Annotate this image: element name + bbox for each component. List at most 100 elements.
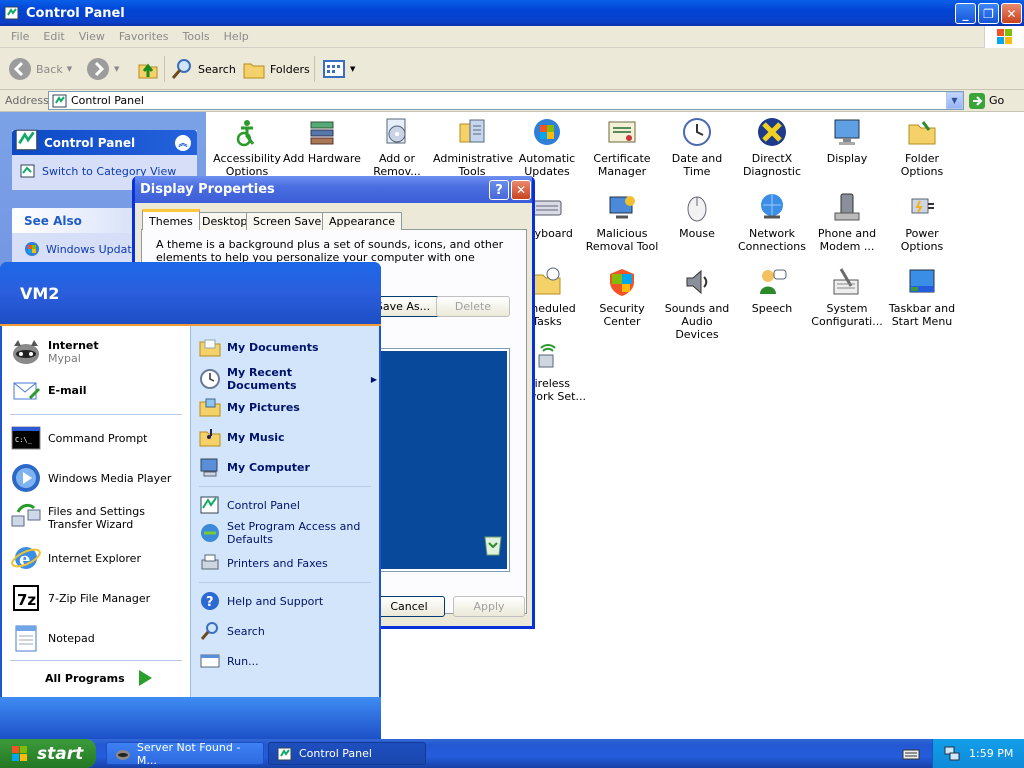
tab-screen-saver[interactable]: Screen Saver	[246, 212, 333, 230]
cp-item-label: Administrative Tools	[433, 152, 514, 178]
cp-item-label: Power Options	[900, 227, 944, 253]
minimize-button[interactable]: _	[955, 3, 976, 24]
cp-item[interactable]: Sounds and Audio Devices	[658, 266, 736, 341]
cp-item[interactable]: System Configurati...	[808, 266, 886, 328]
recent-notepad[interactable]: Notepad	[10, 622, 95, 654]
taskbar-item-browser[interactable]: Server Not Found - M...	[106, 741, 264, 767]
cp-item[interactable]: Accessibility Options	[208, 116, 286, 178]
svg-text:C:\_: C:\_	[15, 436, 33, 444]
menu-file[interactable]: File	[4, 30, 36, 43]
search-button[interactable]: Search	[170, 56, 236, 82]
recent-files-settings-wizard[interactable]: Files and Settings Transfer Wizard	[10, 502, 185, 534]
network-tray-icon[interactable]	[943, 745, 961, 763]
address-dropdown-button[interactable]: ▼	[946, 92, 963, 109]
keyboard-tray-icon[interactable]	[902, 745, 920, 763]
menu-favorites[interactable]: Favorites	[112, 30, 176, 43]
cp-item[interactable]: Power Options	[883, 191, 961, 253]
cp-item[interactable]: Network Connections	[733, 191, 811, 253]
folders-button[interactable]: Folders	[242, 56, 310, 82]
notepad-icon	[15, 625, 37, 652]
pinned-internet[interactable]: Internet Mypal	[10, 336, 99, 368]
keyboard-icon	[532, 200, 562, 216]
back-arrow-icon	[9, 58, 31, 80]
all-programs-button[interactable]: All Programs	[45, 668, 155, 688]
cp-item-label: Folder Options	[900, 152, 944, 178]
cp-item[interactable]: Automatic Updates	[508, 116, 586, 178]
cp-item[interactable]: Certificate Manager	[583, 116, 661, 178]
wireless-icon	[538, 344, 556, 368]
control-panel-large-icon	[15, 129, 38, 150]
back-button[interactable]: Back ▼	[8, 56, 72, 82]
cancel-button[interactable]: Cancel	[373, 596, 445, 617]
cp-item-label: Accessibility Options	[213, 152, 281, 178]
run-icon	[200, 654, 220, 668]
set-program-access-item[interactable]: Set Program Access and Defaults	[199, 520, 377, 546]
views-button[interactable]: ▼	[322, 56, 355, 82]
menu-help[interactable]: Help	[217, 30, 256, 43]
cp-item[interactable]: Taskbar and Start Menu	[883, 266, 961, 328]
cp-item[interactable]: Date and Time	[658, 116, 736, 178]
cp-item[interactable]: Add Hardware	[283, 116, 361, 165]
cp-item[interactable]: Administrative Tools	[433, 116, 514, 178]
tab-themes[interactable]: Themes	[142, 209, 200, 230]
folder-options-icon	[908, 121, 936, 145]
cp-item[interactable]: Display	[808, 116, 886, 165]
menu-edit[interactable]: Edit	[36, 30, 71, 43]
menu-view[interactable]: View	[72, 30, 112, 43]
cp-item[interactable]: Mouse	[658, 191, 736, 240]
my-documents-item[interactable]: My Documents	[199, 336, 319, 358]
taskbar-item-control-panel[interactable]: Control Panel	[268, 742, 426, 765]
run-item[interactable]: Run...	[199, 650, 259, 672]
menu-separator	[199, 486, 371, 487]
dialog-close-button[interactable]: ✕	[511, 180, 531, 200]
dialog-title-bar[interactable]: Display Properties ? ✕	[135, 176, 532, 203]
forward-button[interactable]: ▼	[86, 56, 119, 82]
cp-item-label: Malicious Removal Tool	[585, 227, 659, 253]
menu-tools[interactable]: Tools	[176, 30, 217, 43]
my-music-item[interactable]: My Music	[199, 426, 285, 448]
accessibility-icon	[236, 120, 255, 147]
cp-item[interactable]: Security Center	[583, 266, 661, 328]
recent-windows-media-player[interactable]: Windows Media Player	[10, 462, 171, 494]
start-button[interactable]: start	[0, 739, 96, 768]
close-button[interactable]: ✕	[1001, 3, 1022, 24]
control-panel-section-header[interactable]: Control Panel ︽	[12, 129, 197, 155]
cp-item[interactable]: Phone and Modem ...	[808, 191, 886, 253]
mouse-icon	[687, 196, 707, 222]
clock[interactable]: 1:59 PM	[969, 747, 1013, 760]
window-title-bar[interactable]: Control Panel	[0, 0, 1024, 26]
cp-item[interactable]: Speech	[733, 266, 811, 315]
printers-faxes-item[interactable]: Printers and Faxes	[199, 552, 328, 574]
pinned-email[interactable]: E-mail	[10, 374, 87, 406]
my-computer-item[interactable]: My Computer	[199, 456, 310, 478]
cp-item[interactable]: Malicious Removal Tool	[583, 191, 661, 253]
tab-appearance[interactable]: Appearance	[322, 212, 403, 230]
windows-logo-icon	[984, 26, 1024, 48]
automatic-updates-icon	[534, 119, 560, 145]
address-input[interactable]: Control Panel	[48, 91, 964, 110]
collapse-chevron-icon[interactable]: ︽	[175, 134, 191, 151]
help-support-item[interactable]: ? Help and Support	[199, 590, 323, 612]
search-item[interactable]: Search	[199, 620, 265, 642]
apply-button[interactable]: Apply	[453, 596, 525, 617]
cp-item[interactable]: Add or Remov...	[358, 116, 436, 178]
recent-command-prompt[interactable]: C:\_ Command Prompt	[10, 422, 148, 454]
recent-7zip[interactable]: 7z 7-Zip File Manager	[10, 582, 150, 614]
cp-item-label: Security Center	[599, 302, 645, 328]
go-button[interactable]: Go	[968, 91, 1018, 110]
my-documents-icon	[199, 339, 221, 357]
recent-internet-explorer[interactable]: e Internet Explorer	[10, 542, 141, 574]
cp-item[interactable]: DirectX Diagnostic	[733, 116, 811, 178]
window-title: Control Panel	[26, 5, 125, 21]
up-folder-button[interactable]	[136, 56, 160, 82]
cp-item-label: Mouse	[679, 227, 715, 240]
delete-button[interactable]: Delete	[436, 296, 510, 317]
my-pictures-item[interactable]: My Pictures	[199, 396, 300, 418]
control-panel-item[interactable]: Control Panel	[199, 494, 300, 516]
control-panel-task-icon	[277, 747, 292, 760]
restore-button[interactable]: ❐	[978, 3, 999, 24]
my-recent-documents-item[interactable]: My Recent Documents ▶	[199, 366, 377, 392]
cp-item[interactable]: Folder Options	[883, 116, 961, 178]
help-button[interactable]: ?	[489, 180, 509, 200]
start-menu-programs: Internet Mypal E-mail C:\_ Command Prompt…	[2, 326, 190, 697]
